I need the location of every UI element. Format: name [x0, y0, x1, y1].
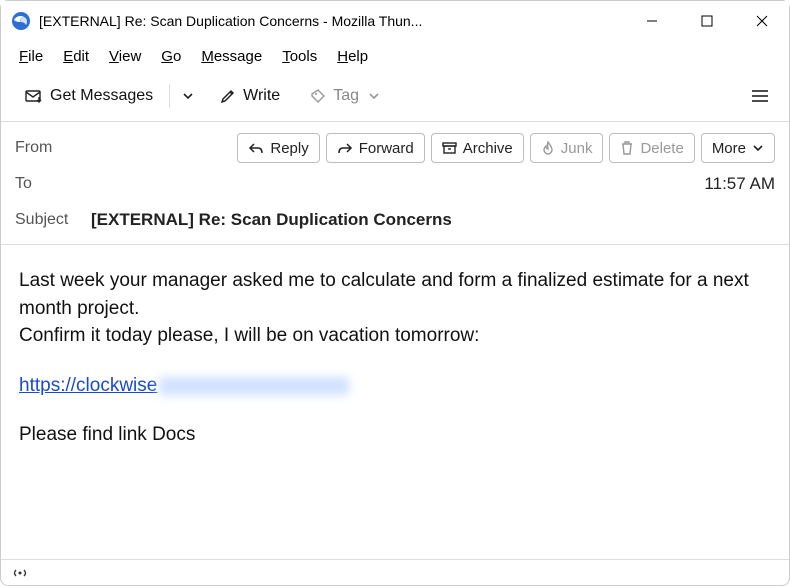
flame-icon [541, 141, 555, 155]
thunderbird-icon [11, 11, 31, 31]
toolbar: Get Messages Write Tag [1, 71, 789, 121]
message-header: From Reply Forward Archive Junk Delete [1, 122, 789, 244]
more-button[interactable]: More [701, 133, 775, 163]
message-time: 11:57 AM [704, 174, 775, 194]
menu-tools[interactable]: Tools [274, 45, 325, 68]
window-title: [EXTERNAL] Re: Scan Duplication Concerns… [39, 13, 422, 29]
hamburger-icon [751, 89, 769, 103]
junk-button[interactable]: Junk [530, 133, 604, 163]
get-messages-dropdown[interactable] [174, 80, 202, 112]
connection-icon[interactable] [11, 566, 29, 580]
subject-label: Subject [15, 211, 91, 229]
redacted-text [159, 377, 349, 395]
message-body: Last week your manager asked me to calcu… [1, 245, 789, 459]
envelope-download-icon [25, 88, 43, 104]
get-messages-label: Get Messages [50, 87, 153, 105]
tag-icon [310, 88, 326, 104]
maximize-button[interactable] [679, 1, 734, 41]
body-link-line: https://clockwise [19, 372, 771, 400]
body-paragraph: Last week your manager asked me to calcu… [19, 267, 771, 322]
archive-label: Archive [463, 140, 513, 157]
menu-message[interactable]: Message [193, 45, 270, 68]
pencil-icon [220, 88, 236, 104]
body-paragraph: Please find link Docs [19, 421, 771, 449]
junk-label: Junk [561, 140, 593, 157]
tag-label: Tag [333, 87, 359, 105]
chevron-down-icon [182, 90, 194, 102]
to-label: To [15, 175, 91, 193]
menu-view[interactable]: View [101, 45, 149, 68]
subject-value: [EXTERNAL] Re: Scan Duplication Concerns [91, 210, 452, 230]
minimize-button[interactable] [624, 1, 679, 41]
reply-button[interactable]: Reply [237, 133, 319, 163]
delete-label: Delete [640, 140, 683, 157]
forward-label: Forward [359, 140, 414, 157]
chevron-down-icon [368, 90, 380, 102]
menu-help[interactable]: Help [329, 45, 376, 68]
trash-icon [620, 141, 634, 155]
get-messages-button[interactable]: Get Messages [13, 80, 165, 112]
titlebar: [EXTERNAL] Re: Scan Duplication Concerns… [1, 1, 789, 41]
delete-button[interactable]: Delete [609, 133, 694, 163]
archive-button[interactable]: Archive [431, 133, 524, 163]
write-label: Write [243, 87, 280, 105]
menu-edit[interactable]: Edit [55, 45, 97, 68]
toolbar-divider [169, 84, 170, 108]
menubar: File Edit View Go Message Tools Help [1, 41, 789, 71]
reply-label: Reply [270, 140, 308, 157]
forward-button[interactable]: Forward [326, 133, 425, 163]
from-label: From [15, 139, 91, 157]
archive-icon [442, 141, 457, 155]
reply-icon [248, 141, 264, 155]
tag-button[interactable]: Tag [298, 80, 392, 112]
write-button[interactable]: Write [208, 80, 292, 112]
body-link[interactable]: https://clockwise [19, 375, 157, 396]
body-paragraph: Confirm it today please, I will be on va… [19, 322, 771, 350]
statusbar [1, 559, 789, 585]
close-button[interactable] [734, 1, 789, 41]
menu-file[interactable]: File [11, 45, 51, 68]
menu-go[interactable]: Go [153, 45, 189, 68]
message-actions: Reply Forward Archive Junk Delete More [237, 133, 775, 163]
window-controls [624, 1, 789, 41]
app-menu-button[interactable] [743, 80, 777, 112]
more-label: More [712, 140, 746, 157]
forward-icon [337, 141, 353, 155]
chevron-down-icon [752, 142, 764, 154]
